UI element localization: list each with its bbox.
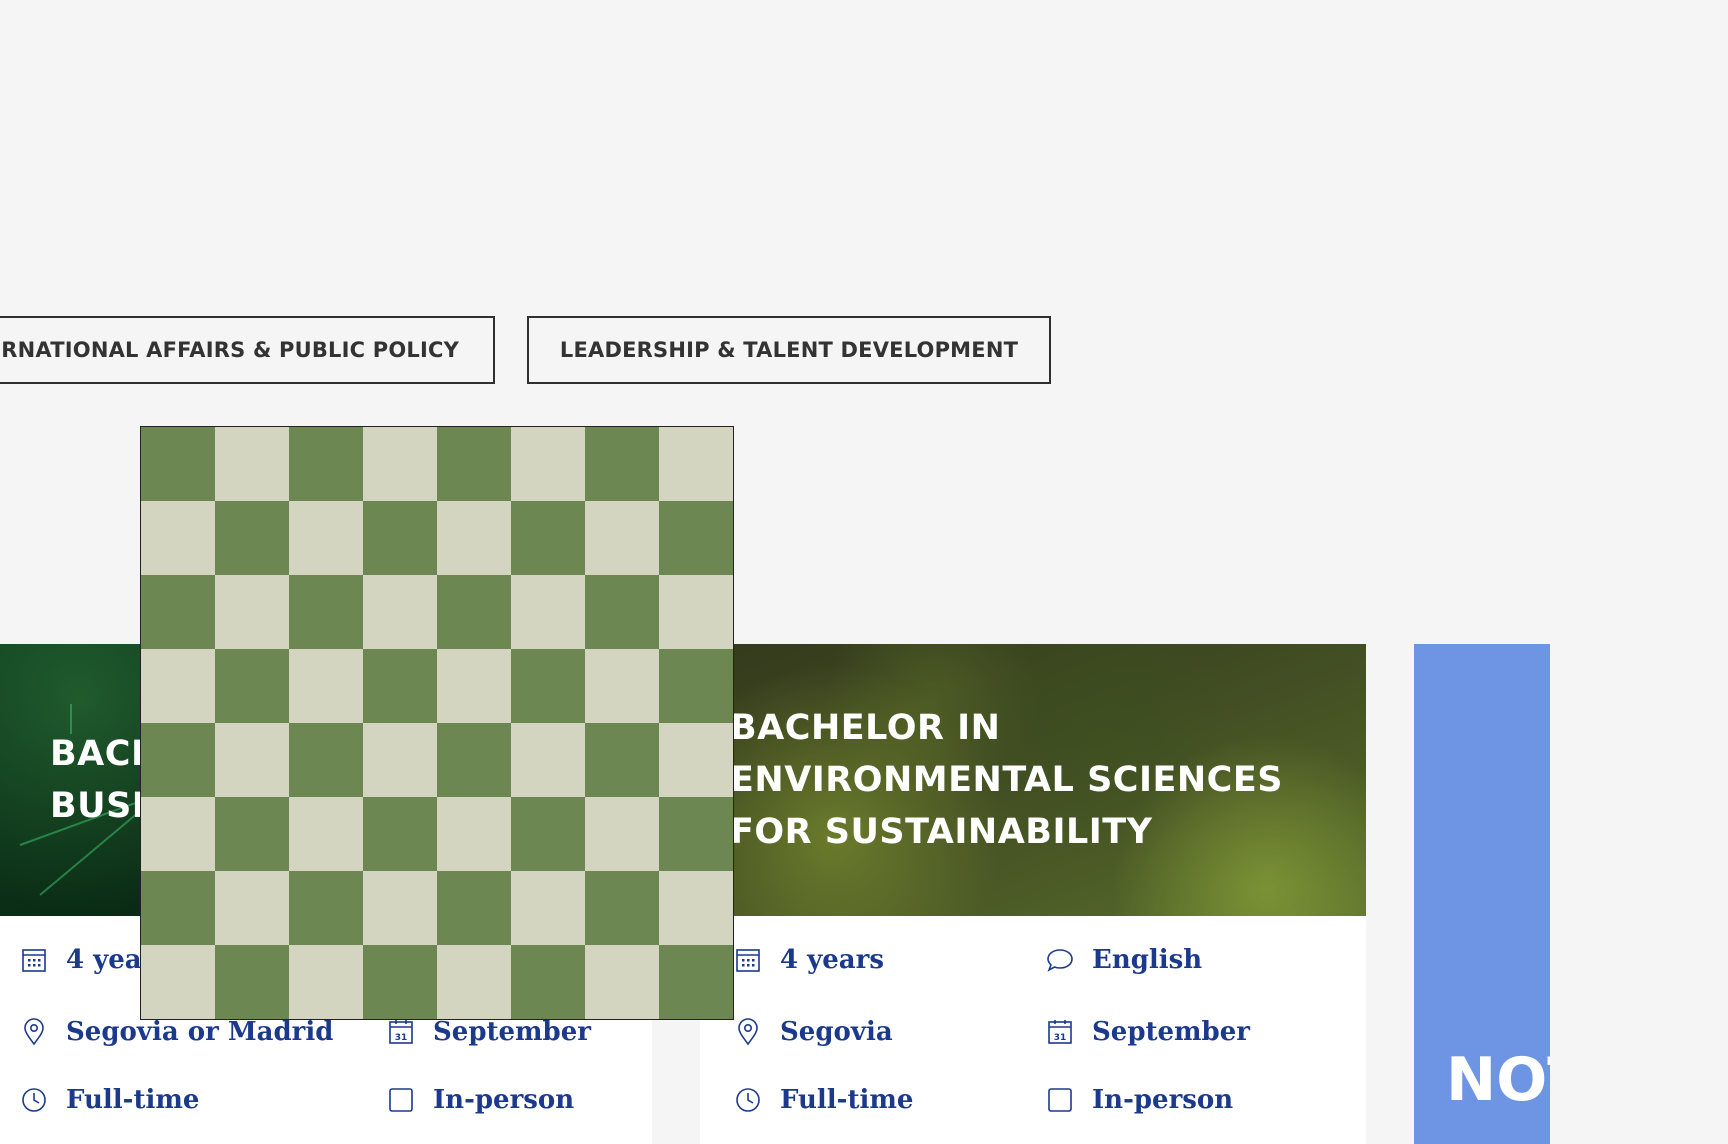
fact-duration: 4 years bbox=[734, 940, 884, 980]
calendar-grid-icon bbox=[22, 949, 46, 972]
fact-value: English bbox=[1092, 945, 1203, 975]
filter-tag-label: INTERNATIONAL AFFAIRS & PUBLIC POLICY bbox=[0, 338, 459, 362]
fact-value: Full-time bbox=[66, 1085, 200, 1115]
fact-value: Segovia or Madrid bbox=[66, 1017, 334, 1047]
fact-value: Segovia bbox=[780, 1017, 893, 1047]
fact-value: In-person bbox=[433, 1085, 575, 1115]
fact-format: In-person bbox=[387, 1080, 574, 1120]
filter-tag-label: LEADERSHIP & TALENT DEVELOPMENT bbox=[559, 338, 1019, 362]
fact-format: In-person bbox=[1046, 1080, 1233, 1120]
svg-text:31: 31 bbox=[1054, 1033, 1067, 1043]
svg-text:31: 31 bbox=[395, 1033, 408, 1043]
location-pin-icon bbox=[738, 1018, 758, 1046]
filter-tag-international-affairs[interactable]: INTERNATIONAL AFFAIRS & PUBLIC POLICY bbox=[0, 316, 495, 384]
fact-value: In-person bbox=[1092, 1085, 1234, 1115]
fact-start: 31 September bbox=[1046, 1012, 1250, 1052]
calendar-grid-icon bbox=[736, 949, 760, 972]
clock-icon bbox=[736, 1088, 760, 1112]
fact-schedule: Full-time bbox=[734, 1080, 913, 1120]
location-pin-icon bbox=[24, 1018, 44, 1046]
square-icon bbox=[389, 1088, 413, 1112]
card-heading: NOT bbox=[1446, 1045, 1550, 1115]
program-card-partial[interactable]: NOT bbox=[1414, 644, 1550, 1144]
fact-value: September bbox=[1092, 1017, 1250, 1047]
clock-icon bbox=[22, 1088, 46, 1112]
square-icon bbox=[1048, 1088, 1072, 1112]
fact-value: Full-time bbox=[780, 1085, 914, 1115]
program-card-environmental-sciences[interactable]: BACHELOR IN ENVIRONMENTAL SCIENCES FOR S… bbox=[700, 644, 1366, 1144]
calendar-31-icon: 31 bbox=[389, 1020, 413, 1044]
image-placeholder-checkerboard bbox=[140, 426, 734, 1020]
card-hero-image: BACHELOR IN ENVIRONMENTAL SCIENCES FOR S… bbox=[700, 644, 1366, 916]
fact-value: 4 years bbox=[780, 945, 884, 975]
fact-language: English bbox=[1046, 940, 1202, 980]
fact-schedule: Full-time bbox=[20, 1080, 199, 1120]
speech-bubble-icon bbox=[1047, 949, 1073, 972]
calendar-31-icon: 31 bbox=[1048, 1020, 1072, 1044]
fact-value: September bbox=[433, 1017, 591, 1047]
fact-location: Segovia bbox=[734, 1012, 893, 1052]
filter-tag-leadership[interactable]: LEADERSHIP & TALENT DEVELOPMENT bbox=[527, 316, 1051, 384]
card-title[interactable]: BACHELOR IN ENVIRONMENTAL SCIENCES FOR S… bbox=[730, 702, 1336, 858]
